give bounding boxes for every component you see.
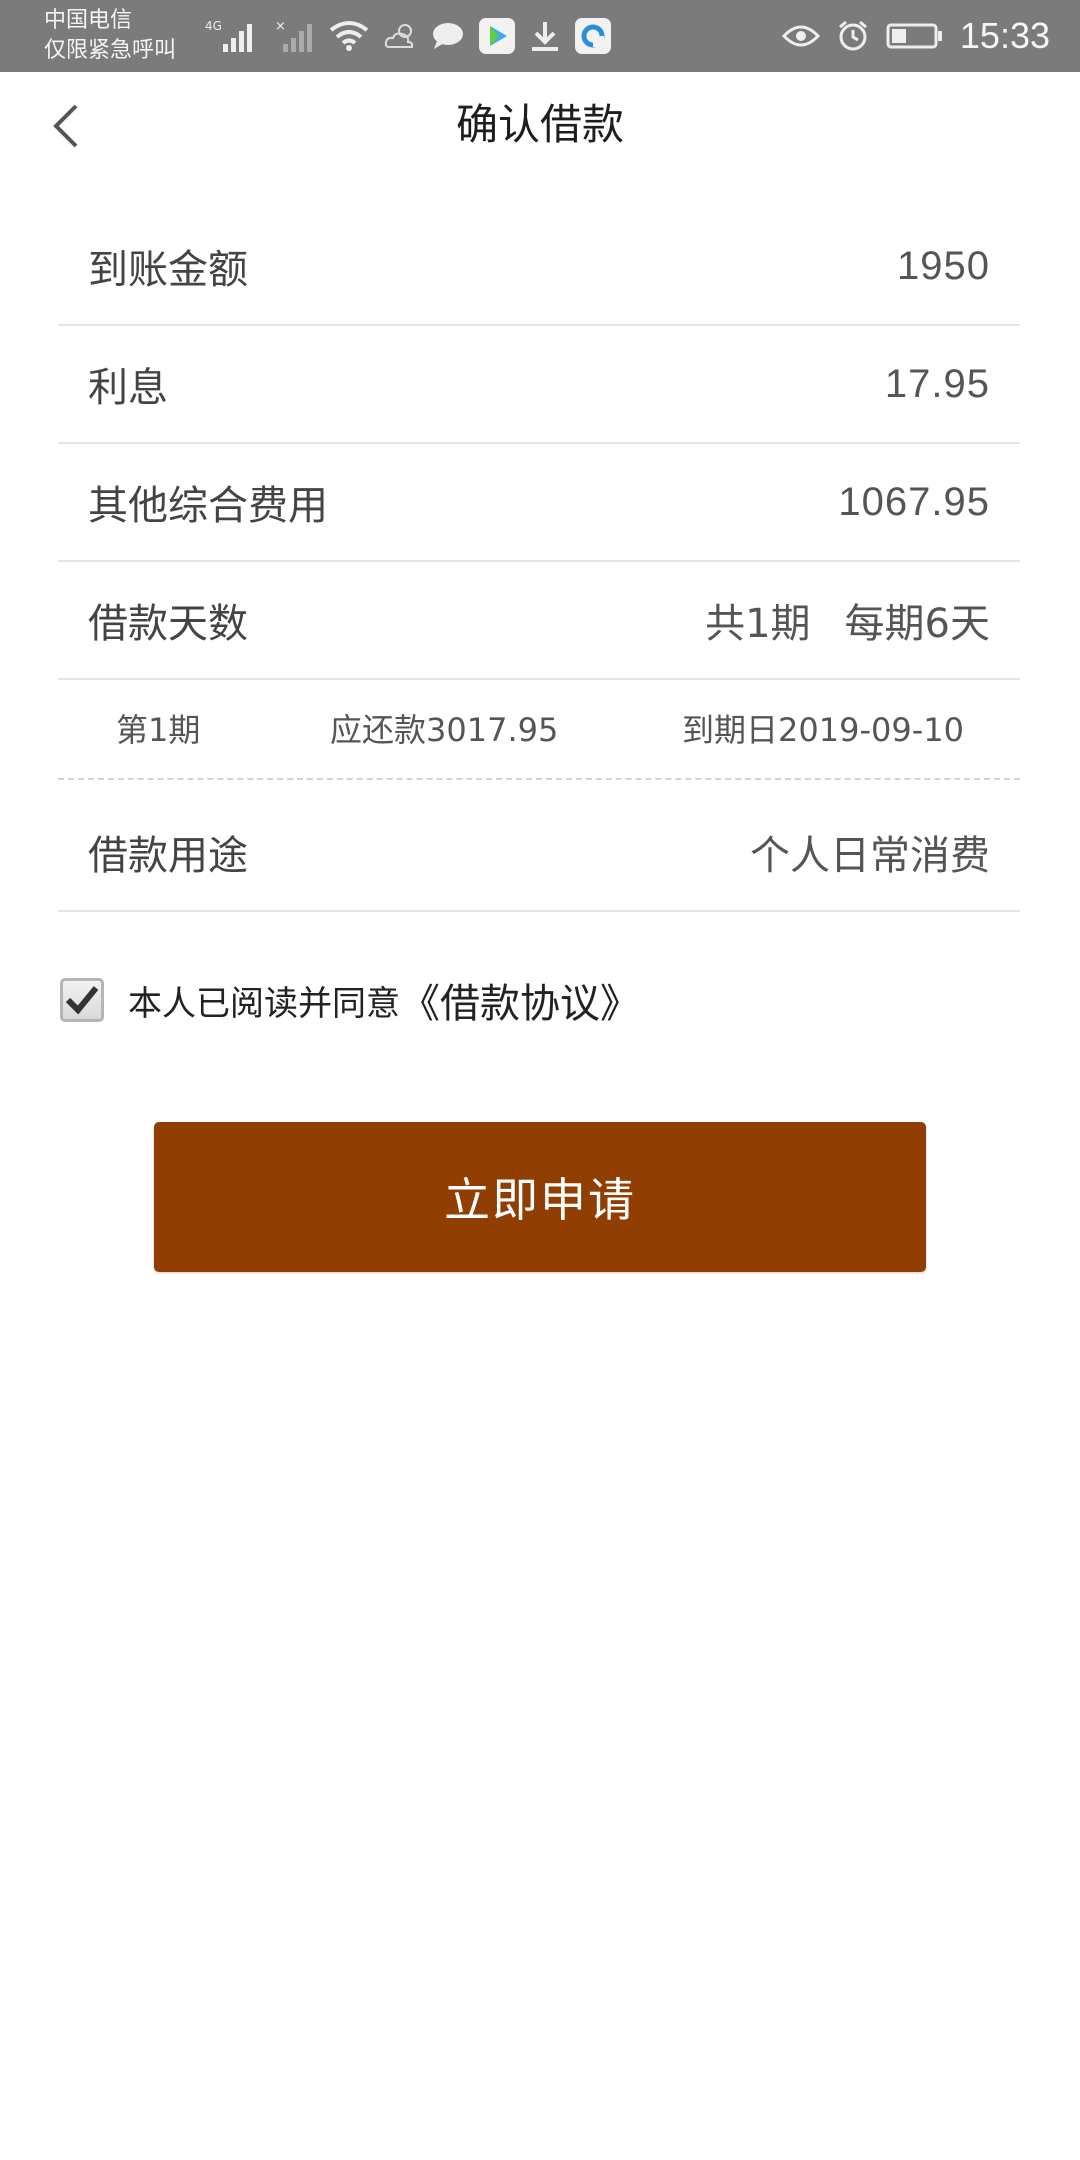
interest-value: 17.95 bbox=[884, 361, 990, 406]
total-periods: 共1期 bbox=[705, 601, 811, 647]
apply-now-button[interactable]: 立即申请 bbox=[154, 1122, 926, 1272]
message-icon bbox=[431, 21, 465, 51]
row-interest: 利息 17.95 bbox=[58, 326, 1020, 444]
row-other-fees: 其他综合费用 1067.95 bbox=[58, 444, 1020, 562]
row-loan-days: 借款天数 共1期 每期6天 bbox=[58, 562, 1020, 680]
svg-text:×: × bbox=[275, 19, 286, 34]
video-app-icon bbox=[479, 18, 515, 54]
agreement-checkbox[interactable] bbox=[60, 978, 104, 1022]
schedule-period: 第1期 bbox=[116, 711, 201, 749]
alarm-icon bbox=[836, 19, 870, 53]
emergency-only-text: 仅限紧急呼叫 bbox=[44, 38, 177, 63]
schedule-amount-due: 应还款3017.95 bbox=[330, 711, 559, 749]
checkmark-icon bbox=[65, 986, 99, 1015]
wifi-icon bbox=[329, 20, 369, 52]
clock-time: 15:33 bbox=[959, 15, 1050, 56]
repayment-schedule-row: 第1期 应还款3017.95 到期日2019-09-10 bbox=[58, 680, 1020, 780]
carrier-info: 中国电信 仅限紧急呼叫 bbox=[44, 6, 176, 66]
eye-icon bbox=[781, 22, 820, 50]
interest-label: 利息 bbox=[88, 365, 168, 411]
days-per-period: 每期6天 bbox=[844, 601, 990, 647]
status-icons-right: 15:33 bbox=[781, 14, 1050, 58]
carrier-name: 中国电信 bbox=[44, 8, 133, 33]
row-loan-purpose[interactable]: 借款用途 个人日常消费 bbox=[58, 794, 1020, 912]
other-fees-label: 其他综合费用 bbox=[88, 483, 328, 529]
agreement-row: 本人已阅读并同意 《借款协议》 bbox=[60, 970, 640, 1030]
agreement-text: 本人已阅读并同意 bbox=[128, 983, 400, 1024]
signal-icon: 4G bbox=[205, 18, 261, 54]
status-bar: 中国电信 仅限紧急呼叫 4G × 15:33 bbox=[0, 0, 1080, 72]
battery-icon bbox=[886, 21, 944, 51]
other-fees-value: 1067.95 bbox=[838, 479, 990, 524]
row-arrival-amount: 到账金额 1950 bbox=[58, 208, 1020, 326]
loan-purpose-value: 个人日常消费 bbox=[750, 833, 990, 879]
loan-days-value: 共1期 每期6天 bbox=[705, 591, 990, 649]
loan-agreement-link[interactable]: 《借款协议》 bbox=[400, 971, 640, 1029]
status-icons-left: 4G × bbox=[205, 14, 611, 58]
weather-icon bbox=[383, 21, 417, 51]
chevron-left-icon bbox=[53, 104, 78, 148]
page-title: 确认借款 bbox=[455, 100, 624, 149]
download-icon bbox=[529, 19, 561, 53]
browser-app-icon bbox=[575, 18, 611, 54]
loan-purpose-label: 借款用途 bbox=[88, 833, 248, 879]
arrival-amount-label: 到账金额 bbox=[88, 247, 248, 293]
back-button[interactable] bbox=[40, 98, 90, 154]
no-signal-icon: × bbox=[275, 18, 315, 54]
arrival-amount-value: 1950 bbox=[897, 243, 990, 288]
app-header: 确认借款 bbox=[0, 72, 1080, 178]
loan-days-label: 借款天数 bbox=[88, 601, 248, 647]
schedule-due-date: 到期日2019-09-10 bbox=[682, 711, 964, 749]
network-type-label: 4G bbox=[205, 19, 222, 33]
